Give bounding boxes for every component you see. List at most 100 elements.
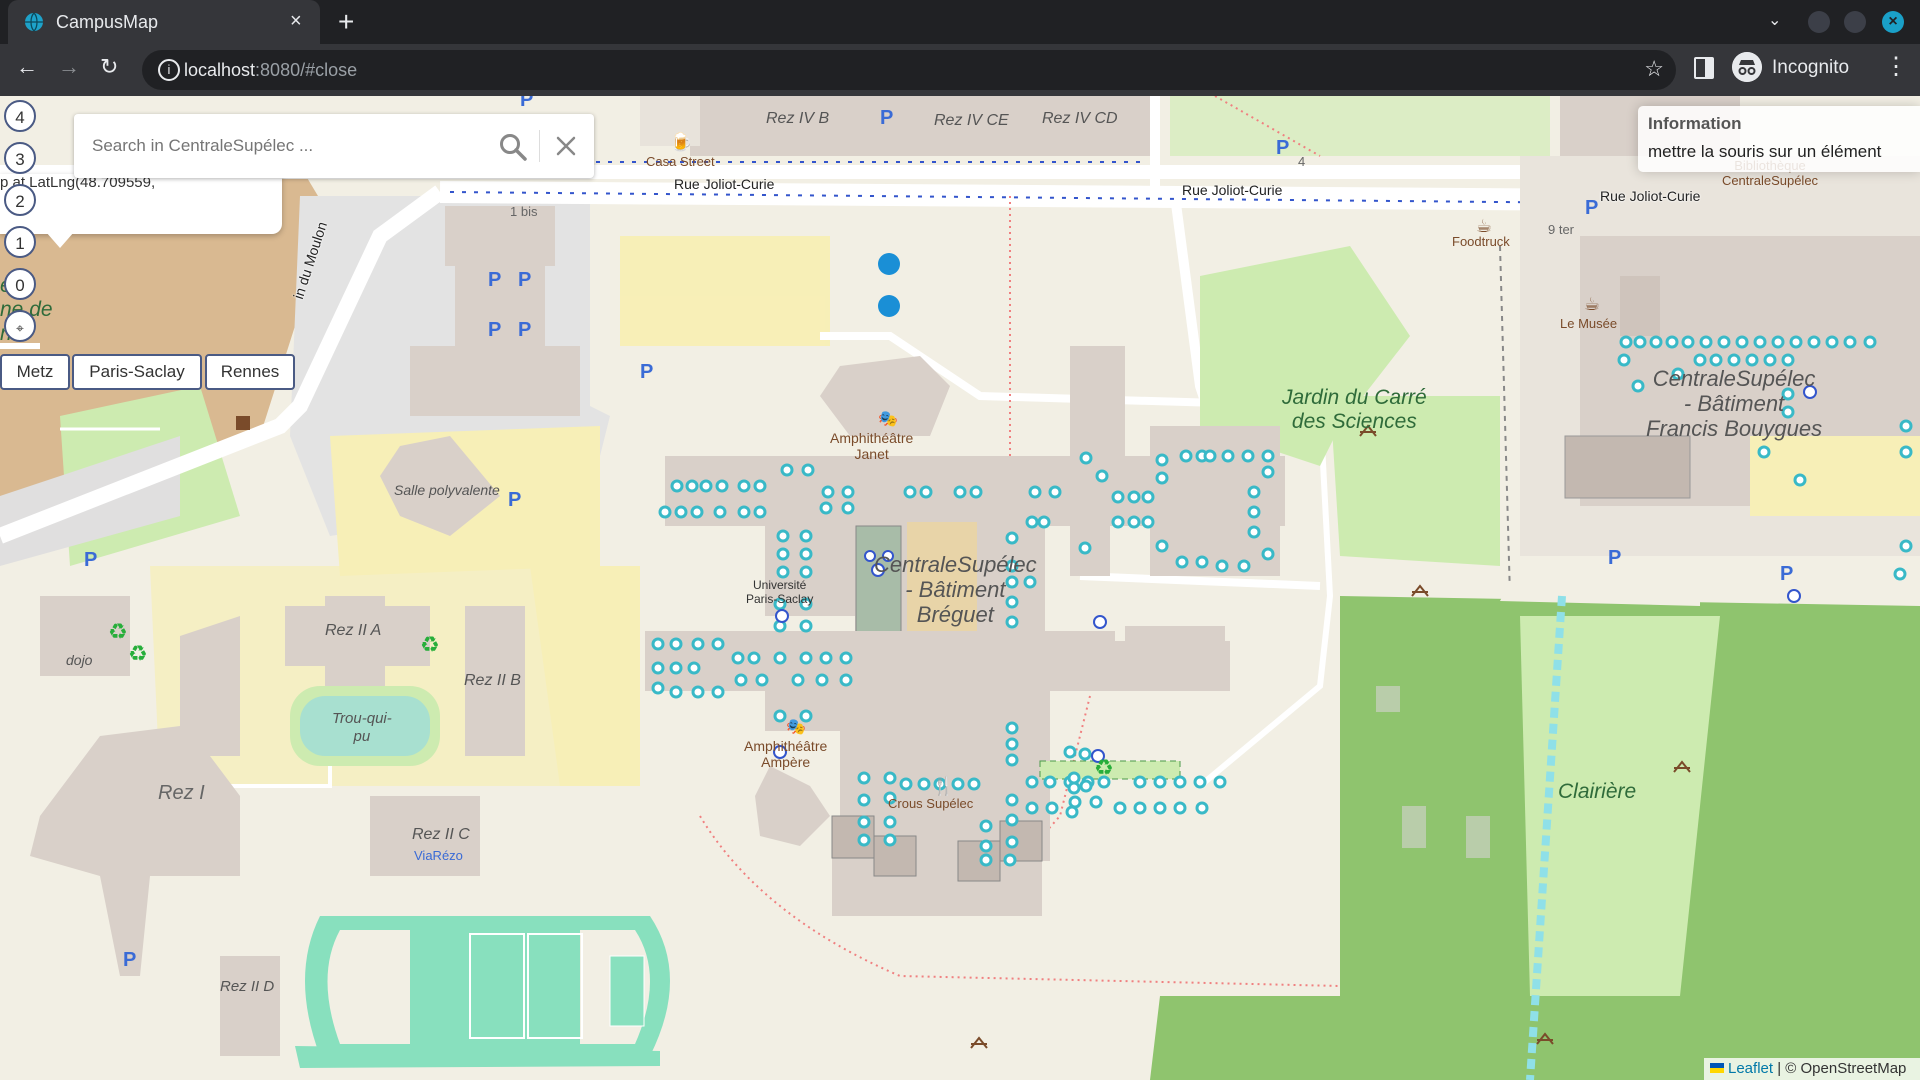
floor-button-2[interactable]: 2 <box>4 184 36 216</box>
side-panel-icon[interactable] <box>1694 57 1714 79</box>
svg-text:P: P <box>488 269 501 291</box>
map-label-viarezo: ViaRézo <box>414 848 463 863</box>
floor-button-1[interactable]: 1 <box>4 226 36 258</box>
map-label-amphi-janet: Amphithéâtre Janet <box>830 430 914 462</box>
info-title: Information <box>1648 114 1742 133</box>
map-label-rez-iv-b: Rez IV B <box>766 110 830 127</box>
map-label-breguet: CentraleSupélec - Bâtiment Bréguet <box>874 552 1037 627</box>
incognito-icon <box>1732 52 1762 82</box>
map-label-rez-ii-b: Rez II B <box>464 672 521 689</box>
svg-text:🎭: 🎭 <box>786 717 806 736</box>
back-button[interactable]: ← <box>16 54 38 80</box>
url-path: :8080/#close <box>255 60 358 80</box>
svg-text:P: P <box>640 361 653 383</box>
map-label-crous: Crous Supélec <box>888 796 974 811</box>
svg-text:♻: ♻ <box>128 642 148 667</box>
map-label-trou-qui-pu: Trou-qui- pu <box>332 710 392 745</box>
bookmark-star-icon[interactable]: ☆ <box>1644 56 1664 82</box>
map-label-rez-ii-a: Rez II A <box>325 622 382 639</box>
map-label-rez-i: Rez I <box>158 782 205 804</box>
url-text[interactable]: localhost:8080/#close <box>184 60 357 81</box>
ukraine-flag-icon <box>1710 1063 1724 1073</box>
floor-button-3[interactable]: 3 <box>4 142 36 174</box>
window-close-button[interactable]: × <box>1882 11 1904 33</box>
map-label-rue-joliot-curie-1: Rue Joliot-Curie <box>674 176 775 192</box>
map-label-rez-ii-d: Rez II D <box>220 978 275 995</box>
locate-icon[interactable]: ⌖ <box>4 310 36 342</box>
reload-button[interactable]: ↻ <box>100 54 118 80</box>
svg-text:♻: ♻ <box>108 620 128 645</box>
map-label-dojo: dojo <box>66 652 93 668</box>
map-label-rue-joliot-curie-2: Rue Joliot-Curie <box>1182 182 1283 198</box>
svg-text:P: P <box>518 269 531 291</box>
svg-text:P: P <box>488 319 501 341</box>
map-label-rez-ii-c: Rez II C <box>412 826 470 843</box>
svg-text:P: P <box>1608 547 1621 569</box>
info-panel: Information mettre la souris sur un élém… <box>1638 106 1920 172</box>
svg-text:P: P <box>1585 197 1598 219</box>
globe-icon <box>25 12 43 32</box>
svg-text:♻: ♻ <box>1094 756 1114 781</box>
info-body: mettre la souris sur un élément <box>1648 142 1882 161</box>
svg-text:P: P <box>520 96 533 111</box>
forward-button[interactable]: → <box>58 54 80 80</box>
svg-text:🎭: 🎭 <box>878 409 898 428</box>
map-label-salle-polyvalente: Salle polyvalente <box>394 482 500 498</box>
search-input[interactable] <box>90 130 474 162</box>
new-tab-button[interactable]: + <box>338 6 354 38</box>
campus-button-metz[interactable]: Metz <box>0 354 70 390</box>
map-label-bouygues: CentraleSupélec - Bâtiment Francis Bouyg… <box>1646 366 1823 441</box>
map-popup[interactable]: p at LatLng(48.709559, <box>0 174 282 234</box>
site-info-icon[interactable]: i <box>158 59 180 81</box>
map-label-rez-iv-ce: Rez IV CE <box>934 112 1009 129</box>
browser-toolbar: ← → ↻ i localhost:8080/#close ☆ Incognit… <box>0 44 1920 96</box>
map-label-jardin: Jardin du Carré des Sciences <box>1282 386 1427 433</box>
maximize-button[interactable] <box>1844 11 1866 33</box>
svg-text:P: P <box>508 489 521 511</box>
map-attribution: Leaflet | © OpenStreetMap <box>1704 1058 1920 1080</box>
tab-title: CampusMap <box>56 12 159 32</box>
attribution-text: | © OpenStreetMap <box>1773 1060 1907 1077</box>
map-label-amphi-ampere: Amphithéâtre Ampère <box>744 738 828 770</box>
floor-button-4[interactable]: 4 <box>4 100 36 132</box>
svg-text:🍴: 🍴 <box>932 775 954 797</box>
map-label-1bis: 1 bis <box>510 204 538 219</box>
search-bar <box>74 114 594 178</box>
svg-text:♻: ♻ <box>420 633 440 658</box>
campus-button-rennes[interactable]: Rennes <box>205 354 295 390</box>
svg-text:P: P <box>518 319 531 341</box>
map-label-rue-joliot-curie-3: Rue Joliot-Curie <box>1600 188 1701 204</box>
map-label-clairiere: Clairière <box>1558 780 1637 803</box>
minimize-button[interactable] <box>1808 11 1830 33</box>
popup-tip <box>46 232 74 248</box>
tab-strip: CampusMap × + ⌄ × <box>0 0 1920 44</box>
svg-text:P: P <box>84 549 97 571</box>
leaflet-link[interactable]: Leaflet <box>1728 1060 1773 1077</box>
map-canvas[interactable]: ♻ ♻ ♻ ♻ PPPPPPPPPPPPPP 🍴 ☕ ☕ 🍺 🎭 🎭 Rez IV B Rez… <box>0 96 1920 1080</box>
map-label-casa-street: Casa Street <box>646 154 715 169</box>
search-separator <box>539 130 540 162</box>
campus-button-paris-saclay[interactable]: Paris-Saclay <box>72 354 202 390</box>
incognito-label: Incognito <box>1772 57 1850 78</box>
address-bar[interactable]: i localhost:8080/#close ☆ <box>142 50 1676 90</box>
svg-text:🍺: 🍺 <box>670 131 692 153</box>
map-label-foodtruck: Foodtruck <box>1452 234 1510 249</box>
svg-text:P: P <box>123 949 136 971</box>
browser-menu-icon[interactable]: ⋮ <box>1884 52 1908 81</box>
map-label-universite: Université Paris-Saclay <box>746 578 814 606</box>
map-label-9ter: 9 ter <box>1548 222 1575 237</box>
floor-button-0[interactable]: 0 <box>4 268 36 300</box>
svg-text:P: P <box>1780 563 1793 585</box>
svg-text:P: P <box>880 107 893 129</box>
map-label-rez-iv-cd: Rez IV CD <box>1042 110 1118 127</box>
url-host: localhost <box>184 60 256 80</box>
tab-search-chevron-icon[interactable]: ⌄ <box>1768 10 1781 30</box>
browser-tab[interactable]: CampusMap × <box>8 0 320 44</box>
close-icon[interactable] <box>554 134 578 158</box>
tab-close-icon[interactable]: × <box>290 10 302 33</box>
svg-text:☕: ☕ <box>1584 294 1600 315</box>
map-label-le-musee: Le Musée <box>1560 316 1618 331</box>
search-icon[interactable] <box>498 132 528 162</box>
svg-text:P: P <box>1276 137 1289 159</box>
map-label-num-4: 4 <box>1298 154 1306 169</box>
